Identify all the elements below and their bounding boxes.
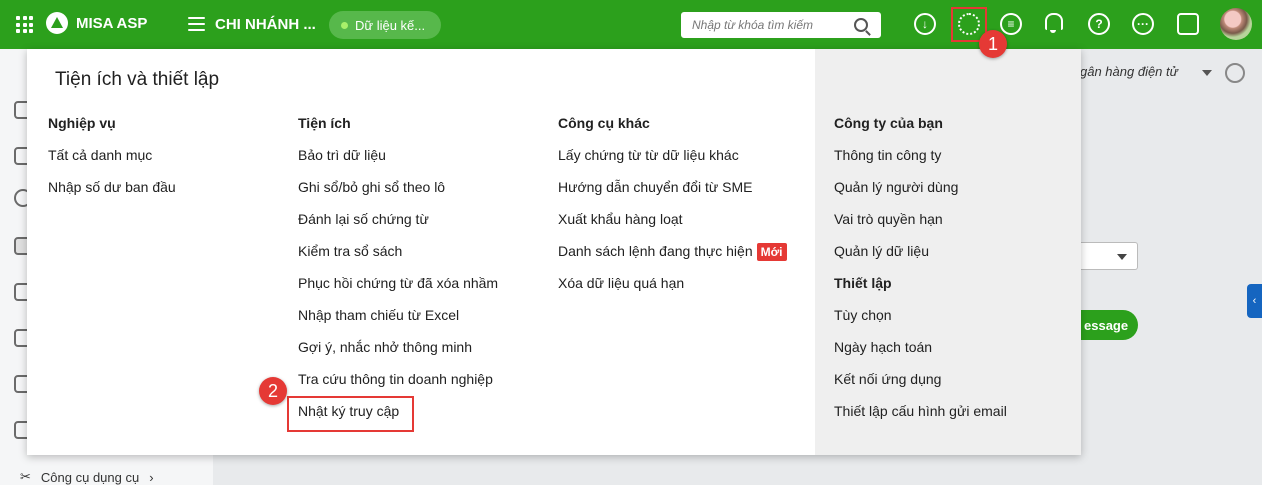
search-input[interactable] <box>692 18 852 32</box>
download-icon[interactable]: ↓ <box>914 13 936 35</box>
brand-name: MISA ASP <box>76 14 148 32</box>
panel-title: Tiện ích và thiết lập <box>55 69 220 90</box>
menu-item[interactable]: Ghi sổ/bỏ ghi sổ theo lô <box>298 179 498 211</box>
menu-item[interactable]: Phục hồi chứng từ đã xóa nhầm <box>298 275 498 307</box>
tools-icon: ✂ <box>20 469 31 484</box>
callout-badge-1: 1 <box>979 30 1007 58</box>
column-utilities: Tiện ích Bảo trì dữ liệu Ghi sổ/bỏ ghi s… <box>298 115 498 435</box>
menu-item[interactable]: Tất cả danh mục <box>48 147 176 179</box>
new-badge: Mới <box>756 243 787 261</box>
menu-item[interactable]: Ngày hạch toán <box>834 339 1007 371</box>
column-operations: Nghiệp vụ Tất cả danh mục Nhập số dư ban… <box>48 115 176 211</box>
menu-item[interactable]: Quản lý dữ liệu <box>834 243 1007 275</box>
column-heading: Công ty của bạn <box>834 115 943 131</box>
menu-item-label: Danh sách lệnh đang thực hiện <box>558 243 753 259</box>
settings-panel: Tiện ích và thiết lập Nghiệp vụ Tất cả d… <box>27 49 1081 455</box>
status-dot-icon <box>341 21 348 29</box>
menu-item-access-log[interactable]: Nhật ký truy cập <box>298 403 498 435</box>
gear-icon[interactable] <box>1225 63 1245 83</box>
column-company: Công ty của bạn Thông tin công ty Quản l… <box>834 115 1007 435</box>
menu-item[interactable]: Xuất khẩu hàng loạt <box>558 211 787 243</box>
menu-item[interactable]: Xóa dữ liệu quá hạn <box>558 275 787 307</box>
bell-icon[interactable] <box>1044 13 1063 33</box>
menu-item[interactable]: Tùy chọn <box>834 307 1007 339</box>
bank-label[interactable]: gân hàng điện tử <box>1080 64 1178 79</box>
lightbulb-icon[interactable] <box>1177 13 1199 35</box>
column-heading: Tiện ích <box>298 115 351 131</box>
apps-grid-icon[interactable] <box>16 16 33 33</box>
column-heading: Công cụ khác <box>558 115 650 131</box>
logo-icon <box>46 12 68 34</box>
chevron-down-icon[interactable] <box>1202 70 1212 76</box>
callout-badge-2: 2 <box>259 377 287 405</box>
menu-item[interactable]: Thông tin công ty <box>834 147 1007 179</box>
column-heading: Nghiệp vụ <box>48 115 116 131</box>
search-icon[interactable] <box>854 18 868 32</box>
menu-item[interactable]: Lấy chứng từ từ dữ liệu khác <box>558 147 787 179</box>
chevron-right-icon: › <box>149 469 154 485</box>
search-box[interactable] <box>681 12 881 38</box>
chat-icon[interactable]: ≡ <box>1000 13 1022 35</box>
column-heading: Thiết lập <box>834 275 892 291</box>
menu-item[interactable]: Đánh lại số chứng từ <box>298 211 498 243</box>
menu-item[interactable]: Bảo trì dữ liệu <box>298 147 498 179</box>
data-label: Dữ liệu kế... <box>355 17 426 33</box>
column-other-tools: Công cụ khác Lấy chứng từ từ dữ liệu khá… <box>558 115 787 307</box>
branch-selector[interactable]: CHI NHÁNH ... <box>215 16 316 33</box>
message-button[interactable]: essage <box>1080 310 1138 340</box>
menu-item[interactable]: Vai trò quyền hạn <box>834 211 1007 243</box>
top-bar: MISA ASP CHI NHÁNH ... Dữ liệu kế... ↓ ≡… <box>0 0 1262 49</box>
menu-item[interactable]: Kết nối ứng dụng <box>834 371 1007 403</box>
help-icon[interactable]: ? <box>1088 13 1110 35</box>
menu-item[interactable]: Gợi ý, nhắc nhở thông minh <box>298 339 498 371</box>
menu-item[interactable]: Hướng dẫn chuyển đổi từ SME <box>558 179 787 211</box>
menu-item[interactable]: Kiểm tra sổ sách <box>298 243 498 275</box>
select-field[interactable] <box>1080 242 1138 270</box>
menu-item[interactable]: Nhập tham chiếu từ Excel <box>298 307 498 339</box>
sidebar-item-tools[interactable]: ✂ Công cụ dụng cụ › <box>20 469 154 485</box>
menu-item-running-commands[interactable]: Danh sách lệnh đang thực hiện Mới <box>558 243 787 275</box>
menu-item[interactable]: Quản lý người dùng <box>834 179 1007 211</box>
collapse-tab[interactable]: ‹ <box>1247 284 1262 318</box>
more-icon[interactable]: ··· <box>1132 13 1154 35</box>
data-selector[interactable]: Dữ liệu kế... <box>329 11 441 39</box>
logo[interactable]: MISA ASP <box>46 12 147 34</box>
sidebar-item-label: Công cụ dụng cụ <box>40 469 140 485</box>
menu-icon[interactable] <box>188 17 205 31</box>
menu-item[interactable]: Thiết lập cấu hình gửi email <box>834 403 1007 435</box>
menu-item[interactable]: Tra cứu thông tin doanh nghiệp <box>298 371 498 403</box>
settings-gear-icon[interactable] <box>958 13 980 35</box>
menu-item[interactable]: Nhập số dư ban đầu <box>48 179 176 211</box>
avatar[interactable] <box>1220 8 1252 40</box>
